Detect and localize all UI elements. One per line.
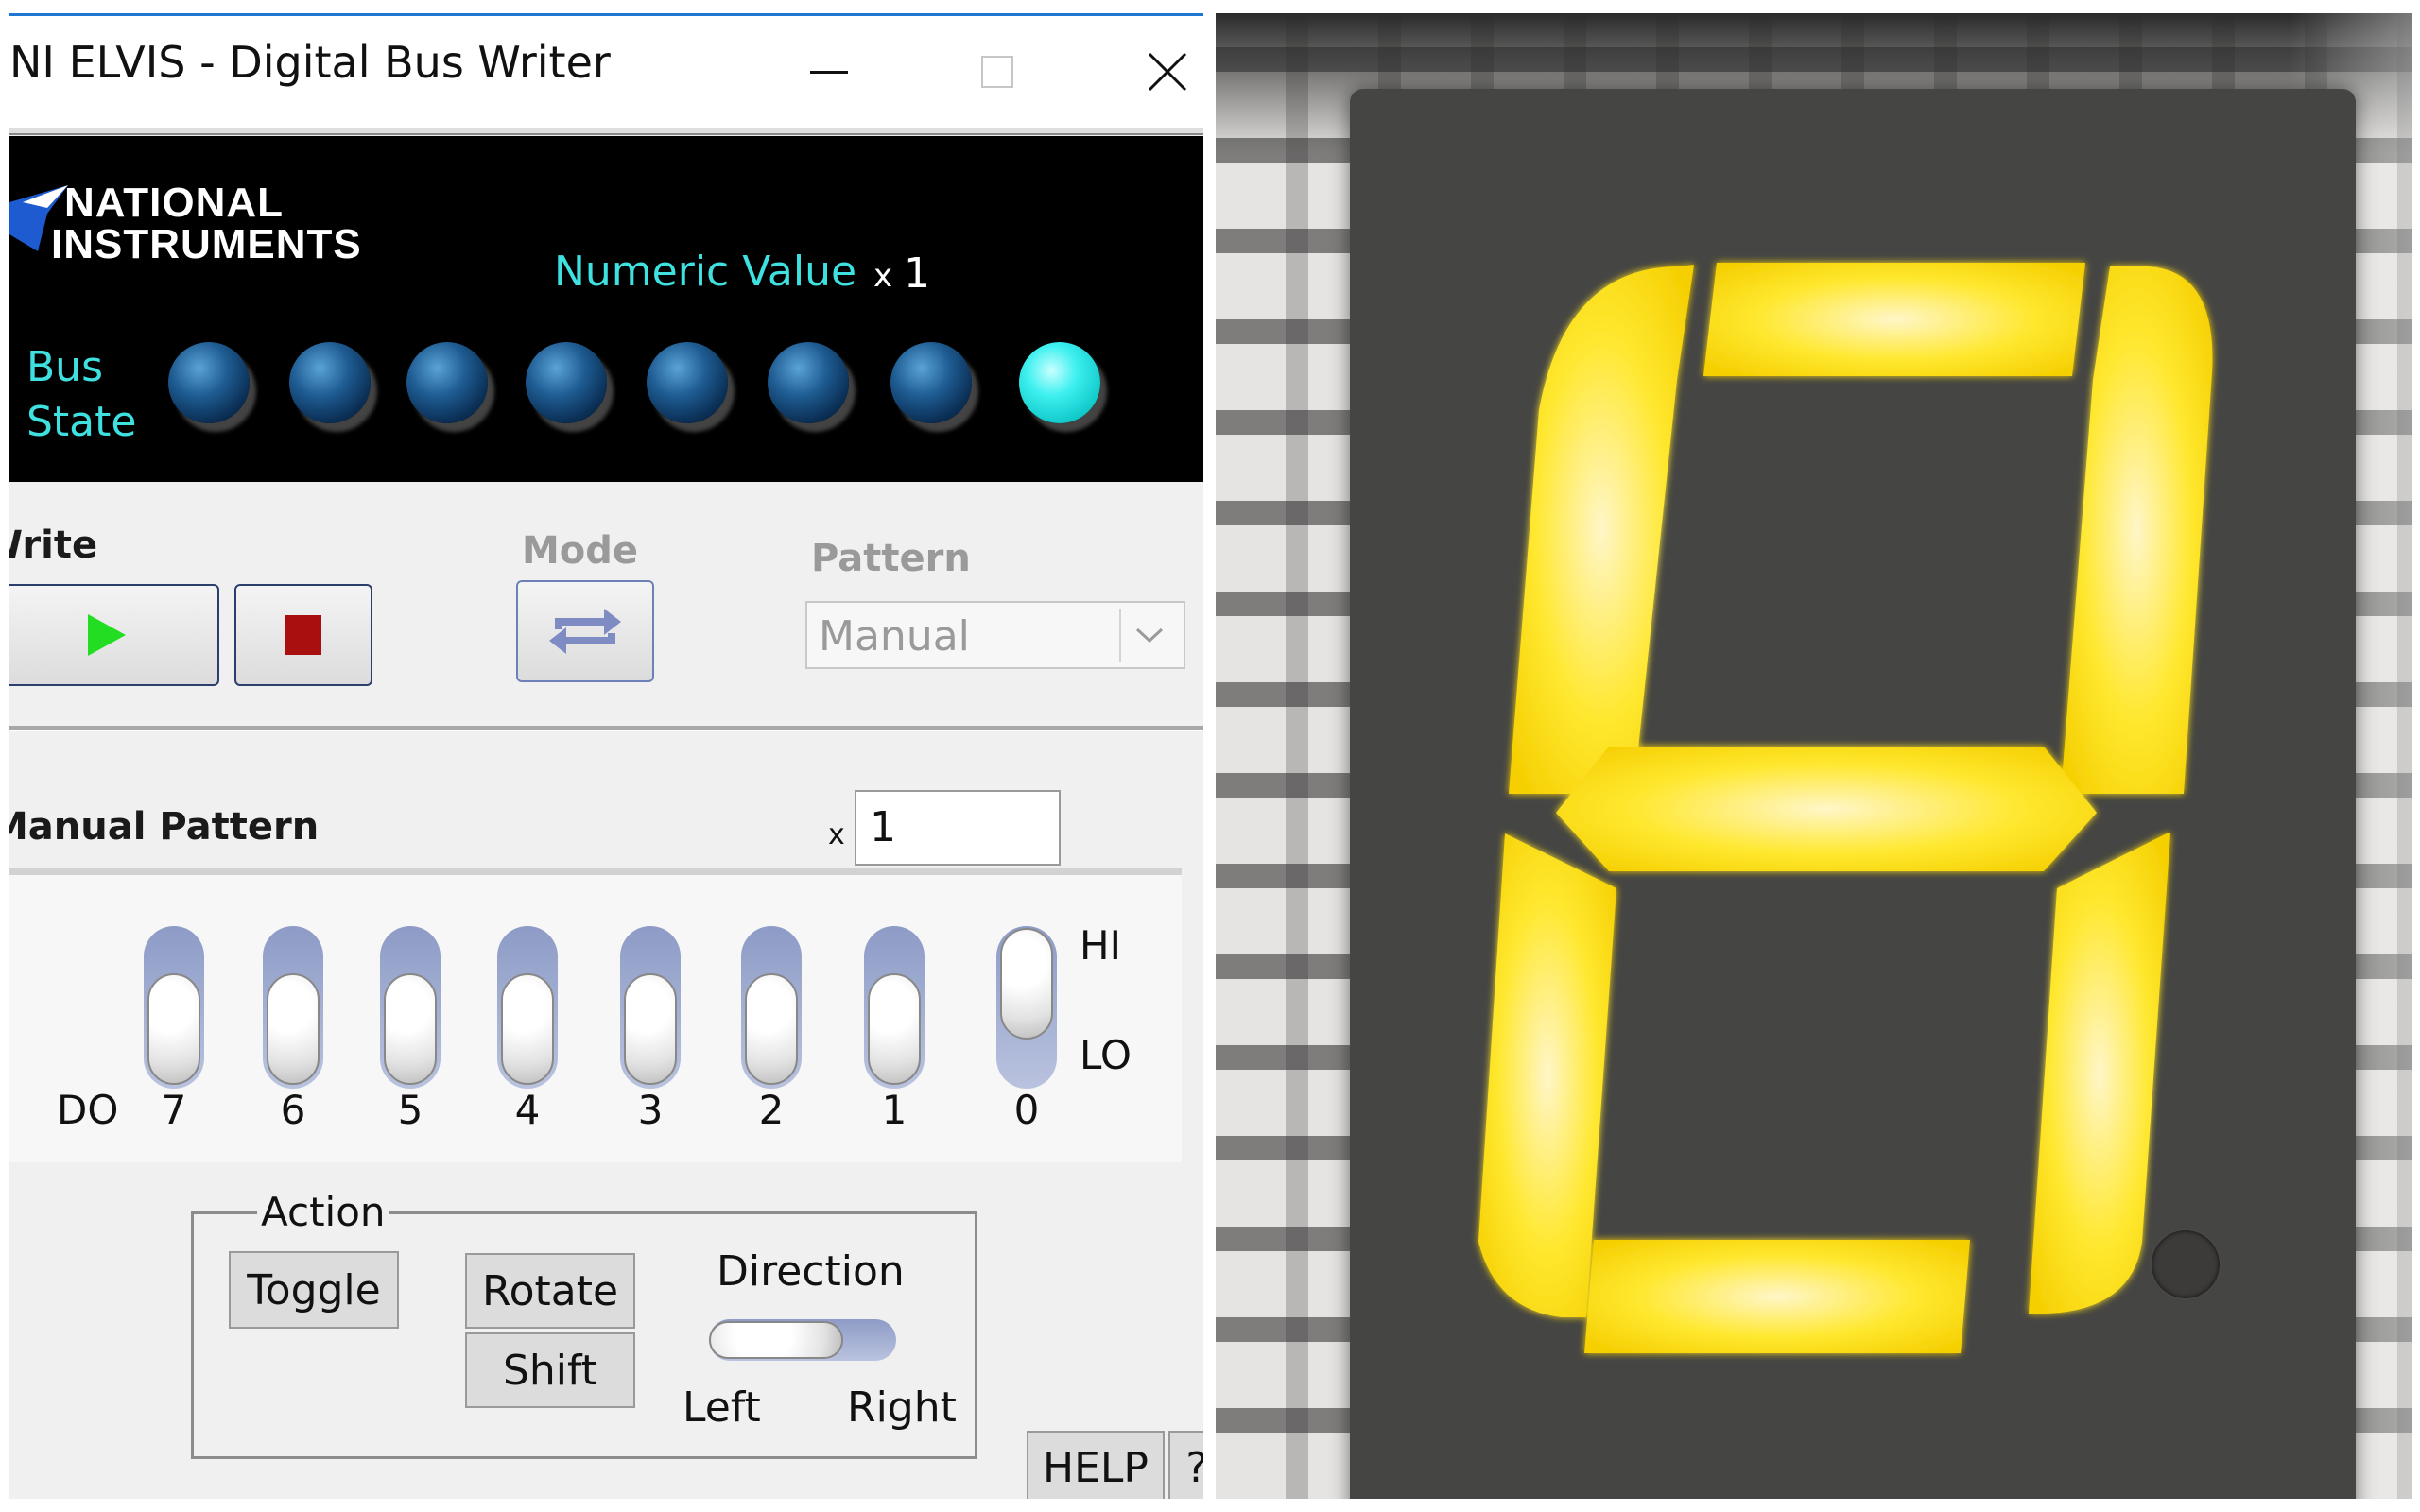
bit-label-1: 1 <box>881 1087 908 1133</box>
switch-thumb <box>267 973 320 1085</box>
pattern-label: Pattern <box>811 537 971 580</box>
manual-pattern-input[interactable]: 1 <box>855 790 1061 866</box>
bus-led-4 <box>526 342 607 423</box>
bus-led-3 <box>647 342 728 423</box>
instrument-header: NATIONAL INSTRUMENTS Numeric Value x 1 B… <box>9 136 1203 482</box>
numeric-value-label: Numeric Value <box>554 248 857 296</box>
switch-thumb <box>868 973 921 1085</box>
play-icon <box>88 614 126 656</box>
context-help-button[interactable]: ? <box>1168 1431 1203 1499</box>
bit-switch-2[interactable] <box>741 926 802 1089</box>
bit-label-0: 0 <box>1013 1087 1040 1133</box>
numeric-value-prefix: x <box>873 257 893 295</box>
maximize-icon <box>981 56 1013 88</box>
bit-label-7: 7 <box>161 1087 187 1133</box>
title-separator <box>9 128 1203 135</box>
rotate-button[interactable]: Rotate <box>465 1253 635 1329</box>
write-stop-button[interactable] <box>234 584 372 686</box>
segment-g <box>1556 747 2097 871</box>
digital-bus-writer-window: NI ELVIS - Digital Bus Writer NATIONAL I… <box>9 13 1203 1499</box>
direction-switch-thumb <box>709 1321 843 1359</box>
switch-thumb <box>501 973 554 1085</box>
bus-led-0 <box>1019 342 1100 423</box>
stop-icon <box>285 615 321 655</box>
logo-line-1: NATIONAL <box>64 180 285 226</box>
bus-label-line-1: Bus <box>26 343 103 391</box>
switch-thumb <box>1000 928 1053 1040</box>
manual-pattern-prefix: x <box>828 818 845 851</box>
segment-a <box>1703 263 2085 376</box>
bus-led-6 <box>289 342 371 423</box>
direction-right-label: Right <box>847 1383 957 1432</box>
manual-pattern-label: Manual Pattern <box>9 805 320 849</box>
bit-switch-4[interactable] <box>497 926 558 1089</box>
do-label: DO <box>57 1087 119 1133</box>
direction-left-label: Left <box>683 1383 761 1432</box>
decimal-point <box>2152 1230 2220 1298</box>
national-instruments-logo: NATIONAL INSTRUMENTS <box>9 180 369 293</box>
bit-switch-1[interactable] <box>864 926 925 1089</box>
minimize-button[interactable] <box>758 16 900 128</box>
segment-c <box>2029 833 2170 1314</box>
loop-icon <box>549 609 621 654</box>
bus-led-7 <box>168 342 250 423</box>
bit-label-4: 4 <box>514 1087 541 1133</box>
switch-thumb <box>384 973 437 1085</box>
switch-thumb <box>745 973 798 1085</box>
bit-switch-5[interactable] <box>380 926 441 1089</box>
bus-led-1 <box>890 342 972 423</box>
bit-switch-3[interactable] <box>620 926 681 1089</box>
chevron-down-icon <box>1135 627 1164 644</box>
help-button[interactable]: HELP <box>1027 1431 1165 1499</box>
minimize-icon <box>810 70 848 74</box>
switch-thumb <box>624 973 677 1085</box>
bit-label-5: 5 <box>397 1087 424 1133</box>
segment-b <box>2061 266 2213 794</box>
close-button[interactable] <box>1097 16 1203 128</box>
close-icon <box>1148 52 1187 92</box>
bit-label-3: 3 <box>637 1087 664 1133</box>
section-divider <box>9 726 1203 731</box>
direction-label: Direction <box>717 1247 905 1296</box>
bit-switch-6[interactable] <box>263 926 323 1089</box>
shift-button[interactable]: Shift <box>465 1332 635 1408</box>
maximize-button[interactable] <box>926 16 1068 128</box>
pattern-dropdown-arrow[interactable] <box>1119 609 1178 662</box>
write-start-button[interactable] <box>9 584 219 686</box>
pattern-dropdown[interactable]: Manual <box>805 601 1185 669</box>
segment-f <box>1509 265 1694 794</box>
bit-switch-7[interactable] <box>144 926 204 1089</box>
bit-label-2: 2 <box>758 1087 785 1133</box>
window-title: NI ELVIS - Digital Bus Writer <box>9 37 611 88</box>
bit-switch-0[interactable] <box>996 926 1057 1089</box>
switch-thumb <box>147 973 200 1085</box>
bus-led-2 <box>768 342 849 423</box>
toggle-button[interactable]: Toggle <box>229 1251 399 1329</box>
manual-pattern-panel: DO 7 6 5 4 3 2 1 0 HI LO <box>9 868 1182 1162</box>
segment-d <box>1584 1240 1970 1353</box>
direction-switch[interactable] <box>709 1319 896 1361</box>
pattern-selected-value: Manual <box>819 612 970 661</box>
mode-button[interactable] <box>516 580 654 682</box>
title-bar[interactable]: NI ELVIS - Digital Bus Writer <box>9 16 1203 128</box>
bus-led-5 <box>406 342 488 423</box>
hi-label: HI <box>1080 922 1121 969</box>
bus-label-line-2: State <box>26 398 137 446</box>
logo-line-2: INSTRUMENTS <box>51 221 362 267</box>
numeric-value: 1 <box>904 249 930 298</box>
bus-state-label: Bus State <box>26 340 136 450</box>
write-label: Write <box>9 524 98 567</box>
action-group-title: Action <box>257 1189 389 1235</box>
lo-label: LO <box>1080 1032 1132 1078</box>
seven-segment-digit <box>1478 263 2213 1353</box>
mode-label: Mode <box>522 529 639 573</box>
bit-label-6: 6 <box>280 1087 306 1133</box>
